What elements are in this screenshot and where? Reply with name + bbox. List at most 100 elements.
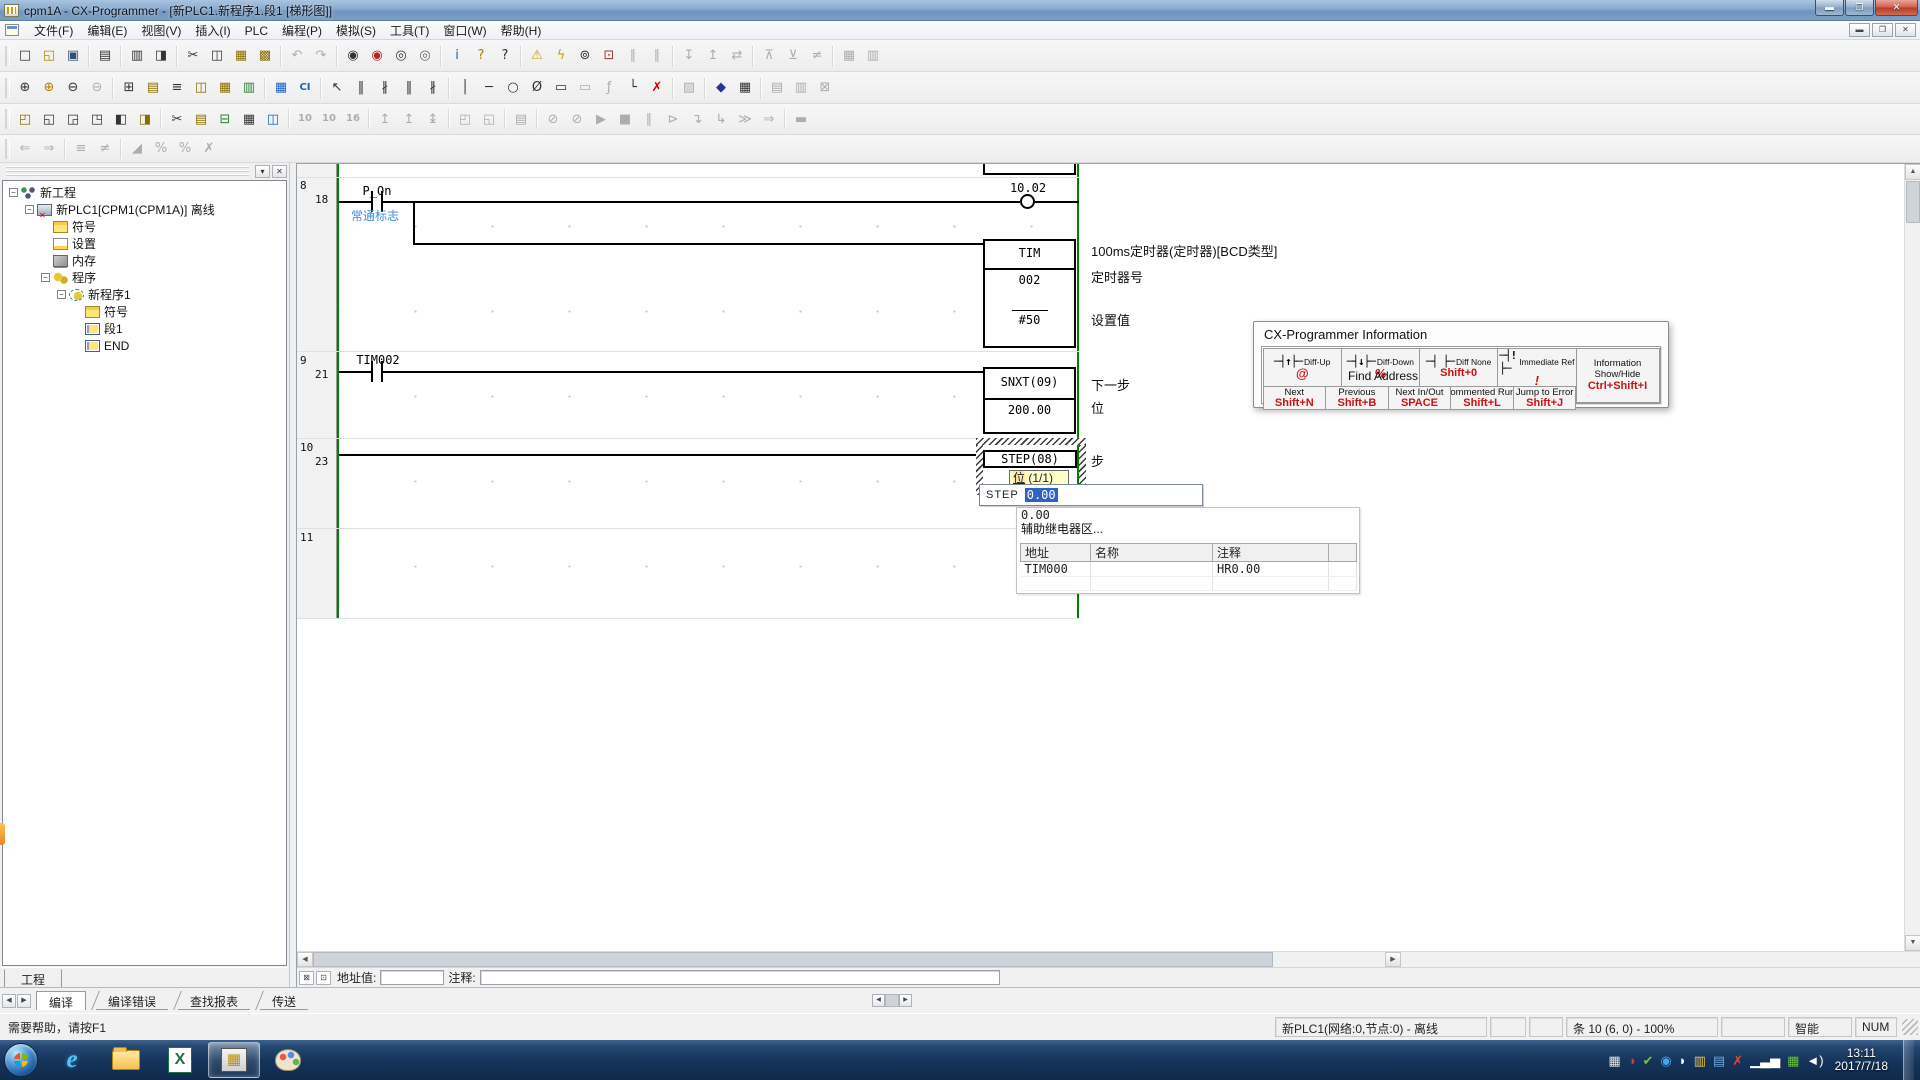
- address-bar-button-2[interactable]: ⊡: [316, 971, 331, 985]
- show-desktop-button[interactable]: [1903, 1040, 1914, 1080]
- horizontal-scroll-track[interactable]: [1273, 952, 1385, 967]
- toolbar-button-find-address[interactable]: ◎: [413, 44, 437, 67]
- toolbar-button-sim-step-in[interactable]: ↴: [685, 108, 709, 131]
- mdi-child-icon[interactable]: [5, 24, 19, 36]
- toolbar-button-sim-stop[interactable]: ■: [613, 108, 637, 131]
- menu-item[interactable]: 帮助(H): [494, 22, 549, 40]
- toolbar-button-rung-comment[interactable]: ▤: [141, 76, 165, 99]
- vertical-scrollbar[interactable]: ▲ ▼: [1904, 164, 1920, 951]
- toolbar-button-sim-fast[interactable]: ≫: [733, 108, 757, 131]
- toolbar-button-pause-monitor[interactable]: ∥: [621, 44, 645, 67]
- toolbar-button-pause-update[interactable]: ∥: [645, 44, 669, 67]
- operand-edit-field[interactable]: 0.00: [1025, 488, 1058, 502]
- volume-icon[interactable]: ◄): [1806, 1054, 1823, 1067]
- tree-item-program-1[interactable]: −新程序1: [5, 286, 286, 303]
- tree-item-plc-node[interactable]: −新PLC1[CPM1(CPM1A)] 离线: [5, 201, 286, 218]
- toolbar-button-info[interactable]: i: [445, 44, 469, 67]
- toolbar-button-contact-or-nc[interactable]: ∦: [421, 76, 445, 99]
- toolbar-button-save[interactable]: ▣: [61, 44, 85, 67]
- toolbar-button-contact-nc[interactable]: ∦: [373, 76, 397, 99]
- toolbar-button-force-cancel[interactable]: ≠: [805, 44, 829, 67]
- taskbar-clock[interactable]: 13:11 2017/7/18: [1835, 1047, 1888, 1073]
- maximize-button[interactable]: ❐: [1845, 0, 1874, 16]
- workspace-menu-button[interactable]: ▾: [255, 165, 270, 178]
- toolbar-button-win-output[interactable]: ◰: [13, 108, 37, 131]
- shortcut-diff-up[interactable]: ─┤↑├─Diff-Up@: [1263, 348, 1342, 387]
- toolbar-button-win-props[interactable]: ◨: [133, 108, 157, 131]
- toolbar-button-print[interactable]: ▥: [125, 44, 149, 67]
- shortcut-find-next[interactable]: NextShift+N: [1263, 386, 1327, 410]
- toolbar-button-contact-no[interactable]: ‖: [349, 76, 373, 99]
- shortcut-jump-to-error[interactable]: Jump to ErrorShift+J: [1513, 386, 1577, 410]
- toolbar-button-sim-step[interactable]: ⊳: [661, 108, 685, 131]
- toolbar-button-win-address[interactable]: ◳: [85, 108, 109, 131]
- tree-item-section-1[interactable]: 段1: [5, 320, 286, 337]
- toolbar-button-win-ref[interactable]: ◲: [61, 108, 85, 131]
- toolbar-button-force-on[interactable]: ⊼: [757, 44, 781, 67]
- toolbar-button-compare[interactable]: ⇄: [725, 44, 749, 67]
- toolbar-button-paste[interactable]: ▦: [229, 44, 253, 67]
- comment-input[interactable]: [480, 970, 1000, 985]
- toolbar-button-monitor-view[interactable]: ◫: [189, 76, 213, 99]
- instruction-box-partial[interactable]: [983, 164, 1076, 175]
- snxt-instruction-box[interactable]: SNXT(09) 200.00: [983, 367, 1076, 434]
- toolbar-button-plc-win-1[interactable]: ◰: [453, 108, 477, 131]
- toolbar-button-calendar[interactable]: ▦: [733, 76, 757, 99]
- toolbar-button-print-setup[interactable]: ▤: [93, 44, 117, 67]
- rung-number[interactable]: 8: [300, 179, 307, 192]
- toolbar-button-cut[interactable]: ✂: [181, 44, 205, 67]
- rung-number[interactable]: 11: [300, 531, 313, 544]
- shortcut-information-show-hide[interactable]: Information Show/Hide Ctrl+Shift+I: [1576, 348, 1660, 403]
- toolbar-button-instruction-box[interactable]: ▭: [549, 76, 573, 99]
- mini-scroll-thumb[interactable]: [885, 994, 899, 1007]
- toolbar-button-work-online[interactable]: ⊚: [573, 44, 597, 67]
- mdi-close-button[interactable]: ✕: [1895, 23, 1916, 37]
- horizontal-scrollbar[interactable]: ◀ ▶: [297, 952, 1401, 967]
- toolbar-button-force-clear[interactable]: ✗: [197, 137, 221, 160]
- toolbar-button-line-connect[interactable]: └: [621, 76, 645, 99]
- tree-expander-icon[interactable]: −: [9, 188, 18, 197]
- toolbar-button-sim-to-end[interactable]: ⇒: [757, 108, 781, 131]
- messenger-icon[interactable]: ◗: [1679, 1054, 1687, 1067]
- toolbar-button-context-help[interactable]: ?: [493, 44, 517, 67]
- toolbar-button-workspace[interactable]: ▥: [861, 44, 885, 67]
- network-icon[interactable]: ▁▃▅: [1750, 1054, 1780, 1067]
- toolbar-button-horizontal-line[interactable]: ─: [477, 76, 501, 99]
- scroll-down-button[interactable]: ▼: [1905, 935, 1920, 951]
- tree-item-symbols[interactable]: 符号: [5, 218, 286, 235]
- toolbar-button-sim-scan-2[interactable]: ⊘: [565, 108, 589, 131]
- toolbar-button-flag-edit[interactable]: ⊟: [213, 108, 237, 131]
- output-tab-4[interactable]: 传送: [260, 991, 308, 1010]
- menu-item[interactable]: 窗口(W): [436, 22, 493, 40]
- mini-scroll-left[interactable]: ◀: [872, 994, 885, 1007]
- toolbar-button-zoom-fit[interactable]: ⊖: [85, 76, 109, 99]
- toolbar-button-sim-scan[interactable]: ⊘: [541, 108, 565, 131]
- shield-icon[interactable]: ◉: [1660, 1054, 1671, 1067]
- toolbar-button-ci-view[interactable]: CI: [293, 76, 317, 99]
- toolbar-grip[interactable]: [5, 78, 10, 98]
- toolbar-button-instruction-box-2[interactable]: ▭: [573, 76, 597, 99]
- workspace-header[interactable]: ▾ ✕: [0, 163, 289, 179]
- taskbar-app-cx-programmer[interactable]: ▦: [208, 1042, 260, 1078]
- toolbar-button-compile-all[interactable]: ϟ: [549, 44, 573, 67]
- address-table-cell[interactable]: HR0.00: [1213, 562, 1329, 577]
- tree-item-programs[interactable]: −程序: [5, 269, 286, 286]
- contact-label[interactable]: TIM002: [347, 353, 409, 367]
- toolbar-button-sim-step-out[interactable]: ↳: [709, 108, 733, 131]
- menu-item[interactable]: 编辑(E): [80, 22, 134, 40]
- menu-item[interactable]: PLC: [238, 22, 275, 40]
- toolbar-button-print-preview[interactable]: ◨: [149, 44, 173, 67]
- toolbar-button-copy[interactable]: ◫: [205, 44, 229, 67]
- toolbar-button-view-3[interactable]: ⊠: [813, 76, 837, 99]
- scroll-right-button[interactable]: ▶: [1385, 952, 1401, 967]
- rung-number[interactable]: 10: [300, 441, 313, 454]
- taskbar-app-paint[interactable]: [262, 1042, 314, 1078]
- address-table-row[interactable]: TIM000HR0.00: [1021, 562, 1357, 577]
- output-mini-scrollbar[interactable]: ◀ ▶: [872, 994, 912, 1008]
- toolbar-button-io-comment[interactable]: ▦: [213, 76, 237, 99]
- coil-label[interactable]: 10.02: [997, 181, 1059, 195]
- menu-item[interactable]: 编程(P): [275, 22, 329, 40]
- shortcut-diff-down[interactable]: ─┤↓├─Diff-Down%: [1341, 348, 1420, 387]
- rung-number[interactable]: 9: [300, 354, 307, 367]
- menu-item[interactable]: 视图(V): [134, 22, 188, 40]
